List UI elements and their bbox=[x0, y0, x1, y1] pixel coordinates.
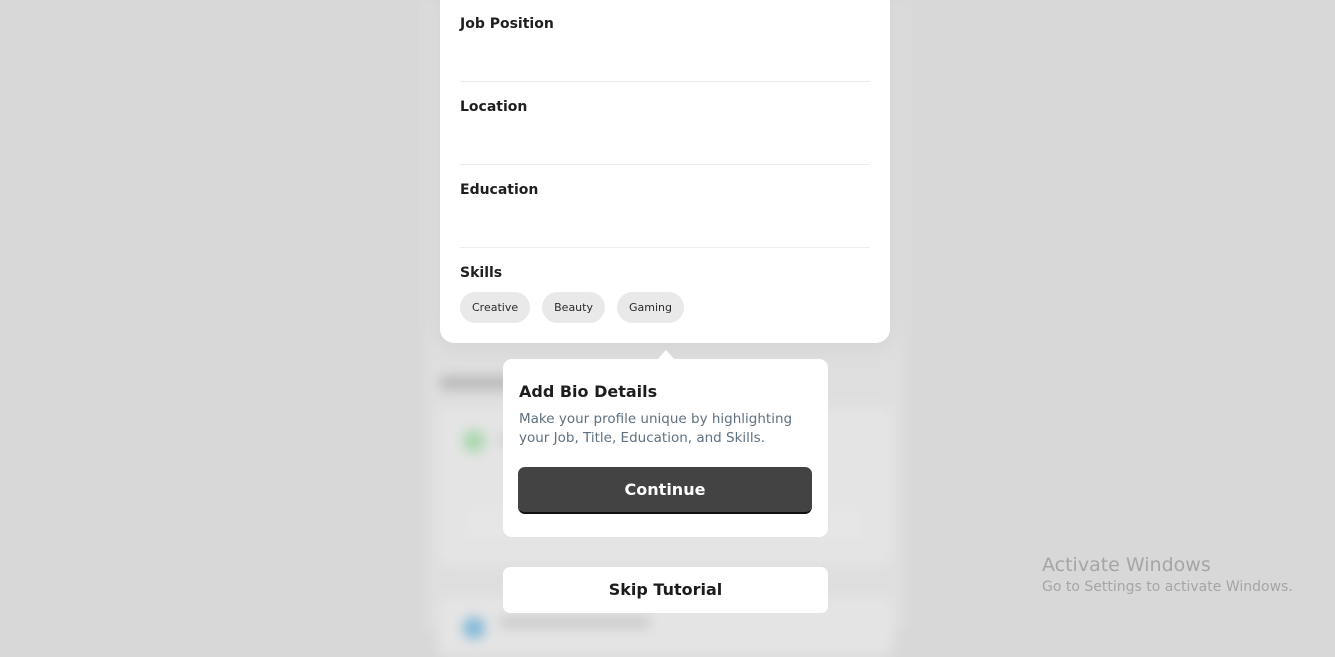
watermark-subtitle: Go to Settings to activate Windows. bbox=[1042, 579, 1293, 595]
job-position-field[interactable]: Job Position bbox=[460, 16, 870, 32]
job-position-label: Job Position bbox=[460, 16, 554, 32]
activate-windows-watermark: Activate Windows Go to Settings to activ… bbox=[1042, 553, 1293, 597]
watermark-title: Activate Windows bbox=[1042, 554, 1211, 576]
tutorial-popover: Add Bio Details Make your profile unique… bbox=[503, 359, 828, 537]
skip-tutorial-button[interactable]: Skip Tutorial bbox=[503, 567, 828, 613]
skills-chip-list: Creative Beauty Gaming bbox=[460, 292, 684, 323]
divider bbox=[460, 247, 870, 248]
divider bbox=[460, 164, 870, 165]
skill-chip-creative[interactable]: Creative bbox=[460, 292, 531, 323]
education-field[interactable]: Education bbox=[460, 182, 870, 198]
profile-details-card: Job Position Location Education Skills C… bbox=[440, 0, 890, 343]
green-status-icon bbox=[463, 430, 485, 452]
education-label: Education bbox=[460, 182, 539, 198]
skills-field: Skills bbox=[460, 265, 870, 281]
continue-button[interactable]: Continue bbox=[518, 467, 812, 514]
skills-label: Skills bbox=[460, 265, 503, 281]
skill-chip-gaming[interactable]: Gaming bbox=[616, 292, 684, 323]
popover-description: Make your profile unique by highlighting… bbox=[519, 411, 793, 446]
popover-title: Add Bio Details bbox=[519, 382, 658, 401]
skill-chip-beauty[interactable]: Beauty bbox=[542, 292, 605, 323]
location-field[interactable]: Location bbox=[460, 99, 870, 115]
location-label: Location bbox=[460, 99, 528, 115]
background-text-line bbox=[500, 618, 650, 627]
divider bbox=[460, 81, 870, 82]
blue-status-icon bbox=[463, 617, 485, 639]
